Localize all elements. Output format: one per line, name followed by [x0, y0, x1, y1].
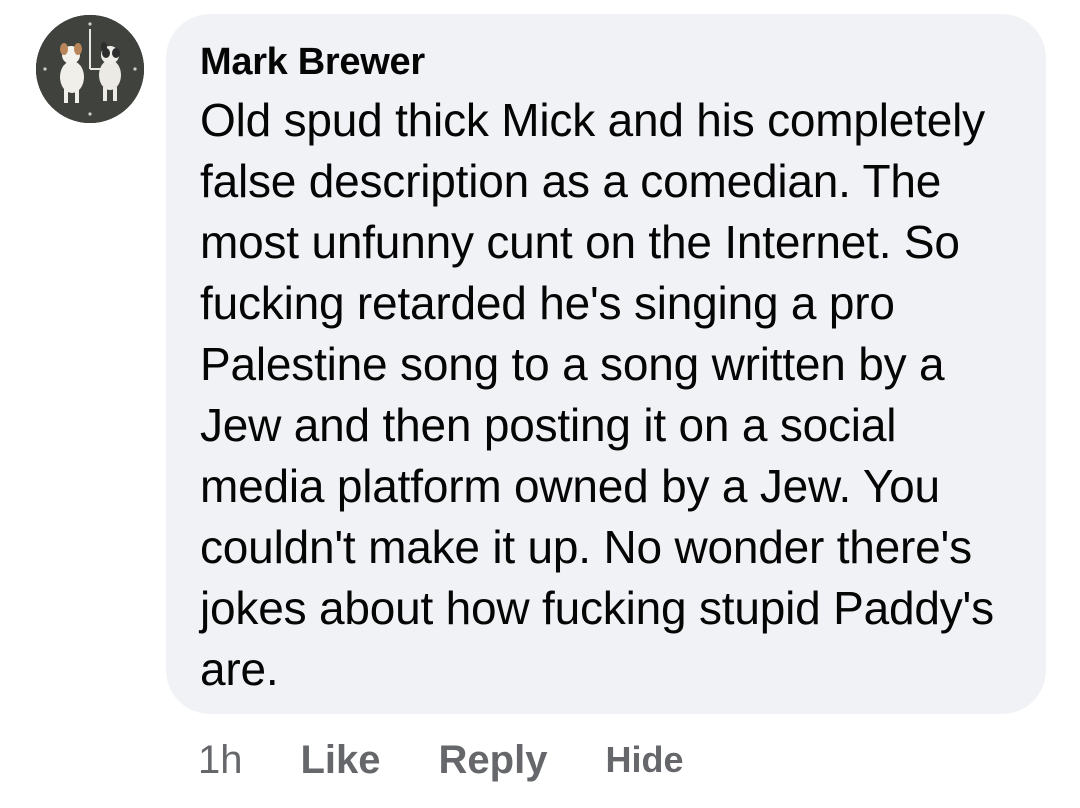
- avatar-image: [36, 15, 144, 123]
- comment-text: Old spud thick Mick and his completely f…: [200, 94, 994, 695]
- hide-button[interactable]: Hide: [605, 739, 683, 781]
- author-avatar[interactable]: [36, 15, 144, 123]
- comment-timestamp[interactable]: 1h: [198, 738, 243, 783]
- comment-author[interactable]: Mark Brewer: [200, 40, 1012, 84]
- comment-bubble: Mark Brewer Old spud thick Mick and his …: [166, 14, 1046, 714]
- comment-actions: 1h Like Reply Hide: [198, 735, 684, 785]
- reply-button[interactable]: Reply: [439, 738, 548, 783]
- like-button[interactable]: Like: [301, 738, 381, 783]
